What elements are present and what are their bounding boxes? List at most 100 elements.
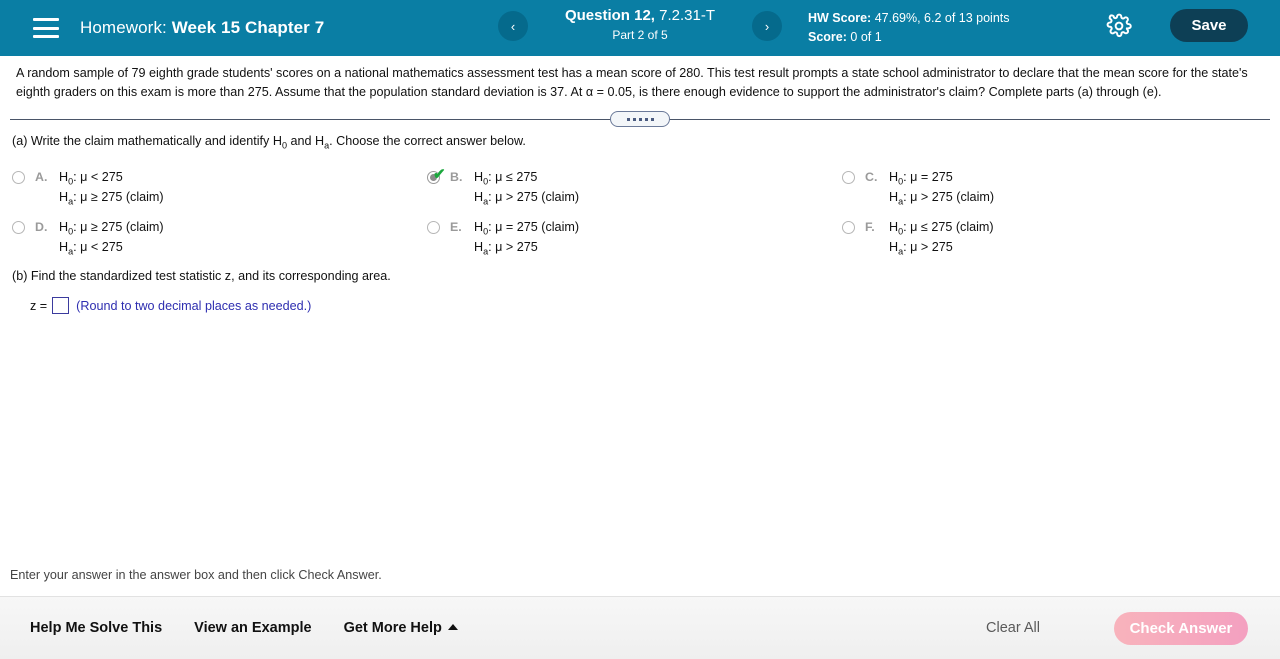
part-a-prompt-text-3: . Choose the correct answer below. <box>329 134 526 149</box>
choice-text-a: H0: μ < 275 Ha: μ ≥ 275 (claim) <box>59 167 164 207</box>
h-symbol: H <box>59 190 69 205</box>
handle-dot <box>638 117 642 121</box>
part-a-prompt-text-1: (a) Write the claim mathematically and i… <box>12 134 282 149</box>
radio-f[interactable] <box>842 221 855 235</box>
radio-c[interactable] <box>842 171 855 185</box>
instruction-note: Enter your answer in the answer box and … <box>10 568 382 582</box>
get-more-help-label: Get More Help <box>343 620 442 636</box>
hypothesis-text: : μ < 275 <box>73 240 123 255</box>
hamburger-bar <box>33 26 59 30</box>
score-label: Score: <box>808 30 847 44</box>
previous-question-button[interactable]: ‹ <box>498 11 528 41</box>
choice-option-c[interactable]: C. H0: μ = 275 Ha: μ > 275 (claim) <box>842 167 1257 207</box>
hypothesis-text: : μ > 275 <box>488 240 538 255</box>
question-label: Question 12, <box>564 7 655 24</box>
part-a-prompt-text-2: and H <box>286 134 325 149</box>
chevron-right-icon: › <box>764 18 770 34</box>
z-answer-line: z = (Round to two decimal places as need… <box>30 297 1280 315</box>
choice-letter-b: B. <box>450 170 463 185</box>
radio-circle <box>427 221 440 235</box>
radio-circle <box>427 171 440 185</box>
choice-option-f[interactable]: F. H0: μ ≤ 275 (claim) Ha: μ > 275 <box>842 217 1257 257</box>
hw-score-label: HW Score: <box>808 11 872 25</box>
app-header: Homework: Week 15 Chapter 7 ‹ Question 1… <box>0 0 1280 56</box>
hypothesis-text: : μ = 275 (claim) <box>488 220 580 235</box>
choice-null-e: H0: μ = 275 (claim) <box>474 217 579 237</box>
handle-dot <box>650 117 654 121</box>
choice-alt-c: Ha: μ > 275 (claim) <box>889 187 994 207</box>
hypothesis-text: : μ ≤ 275 (claim) <box>903 220 994 235</box>
choice-null-b: H0: μ ≤ 275 <box>474 167 579 187</box>
rounding-hint: (Round to two decimal places as needed.) <box>76 298 312 313</box>
get-more-help-button[interactable]: Get More Help <box>344 620 458 636</box>
choice-text-c: H0: μ = 275 Ha: μ > 275 (claim) <box>889 167 994 207</box>
choice-null-f: H0: μ ≤ 275 (claim) <box>889 217 994 237</box>
part-b-prompt: (b) Find the standardized test statistic… <box>12 269 391 284</box>
h-symbol: H <box>59 170 69 185</box>
hamburger-bar <box>33 35 59 38</box>
hamburger-icon[interactable] <box>33 18 59 38</box>
handle-dot <box>632 117 636 121</box>
choice-letter-a: A. <box>35 170 48 185</box>
h-symbol: H <box>474 190 484 205</box>
choice-null-a: H0: μ < 275 <box>59 167 164 187</box>
score-value: 0 of 1 <box>850 30 882 44</box>
radio-circle <box>842 171 855 185</box>
question-id: 7.2.31-T <box>659 7 716 24</box>
hw-score-value: 47.69%, 6.2 of 13 points <box>874 11 1010 25</box>
part-a-prompt: (a) Write the claim mathematically and i… <box>0 130 1280 150</box>
hypothesis-text: : μ ≥ 275 (claim) <box>73 220 164 235</box>
score-summary: HW Score: 47.69%, 6.2 of 13 points Score… <box>808 9 1010 47</box>
choice-alt-a: Ha: μ ≥ 275 (claim) <box>59 187 164 207</box>
hypothesis-text: : μ ≤ 275 <box>488 170 538 185</box>
hypothesis-text: : μ > 275 (claim) <box>903 190 995 205</box>
view-an-example-button[interactable]: View an Example <box>194 620 311 636</box>
h-symbol: H <box>889 240 899 255</box>
choice-option-a[interactable]: A. H0: μ < 275 Ha: μ ≥ 275 (claim) <box>12 167 427 207</box>
radio-a[interactable] <box>12 171 25 185</box>
choice-row: A. H0: μ < 275 Ha: μ ≥ 275 (claim) ✔ B. … <box>12 167 1268 207</box>
radio-d[interactable] <box>12 221 25 235</box>
clear-all-button[interactable]: Clear All <box>986 620 1040 636</box>
caret-up-icon <box>447 624 458 630</box>
choice-text-f: H0: μ ≤ 275 (claim) Ha: μ > 275 <box>889 217 994 257</box>
radio-b[interactable]: ✔ <box>427 167 446 185</box>
choice-option-b[interactable]: ✔ B. H0: μ ≤ 275 Ha: μ > 275 (claim) <box>427 167 842 207</box>
homework-title: Homework: Week 15 Chapter 7 <box>80 18 324 38</box>
radio-circle <box>12 221 25 235</box>
h-symbol: H <box>889 170 899 185</box>
hypothesis-text: : μ < 275 <box>73 170 123 185</box>
choice-letter-d: D. <box>35 220 48 235</box>
z-label: z = <box>30 298 48 313</box>
stem-divider <box>0 108 1280 130</box>
choice-letter-c: C. <box>865 170 878 185</box>
hw-score-line: HW Score: 47.69%, 6.2 of 13 points <box>808 9 1010 28</box>
choice-alt-d: Ha: μ < 275 <box>59 237 164 257</box>
choice-option-e[interactable]: E. H0: μ = 275 (claim) Ha: μ > 275 <box>427 217 842 257</box>
choice-alt-e: Ha: μ > 275 <box>474 237 579 257</box>
hypothesis-text: : μ = 275 <box>903 170 953 185</box>
h-symbol: H <box>474 170 484 185</box>
h-symbol: H <box>474 220 484 235</box>
h-symbol: H <box>474 240 484 255</box>
hypothesis-text: : μ > 275 (claim) <box>488 190 580 205</box>
problem-statement: A random sample of 79 eighth grade stude… <box>16 66 1248 100</box>
choice-letter-e: E. <box>450 220 462 235</box>
z-input[interactable] <box>52 297 70 315</box>
help-me-solve-this-button[interactable]: Help Me Solve This <box>30 620 162 636</box>
resize-handle[interactable] <box>610 111 670 128</box>
question-part: Part 2 of 5 <box>612 27 668 42</box>
save-button[interactable]: Save <box>1170 9 1248 42</box>
choice-option-d[interactable]: D. H0: μ ≥ 275 (claim) Ha: μ < 275 <box>12 217 427 257</box>
hypothesis-text: : μ > 275 <box>903 240 953 255</box>
next-question-button[interactable]: › <box>752 11 782 41</box>
question-line: Question 12, 7.2.31-T <box>540 7 740 26</box>
choice-text-b: H0: μ ≤ 275 Ha: μ > 275 (claim) <box>474 167 579 207</box>
radio-e[interactable] <box>427 221 440 235</box>
homework-label: Homework: <box>80 18 167 37</box>
h-symbol: H <box>889 220 899 235</box>
gear-icon[interactable] <box>1106 13 1132 39</box>
check-answer-button[interactable]: Check Answer <box>1114 611 1248 645</box>
choice-null-c: H0: μ = 275 <box>889 167 994 187</box>
choice-text-d: H0: μ ≥ 275 (claim) Ha: μ < 275 <box>59 217 164 257</box>
